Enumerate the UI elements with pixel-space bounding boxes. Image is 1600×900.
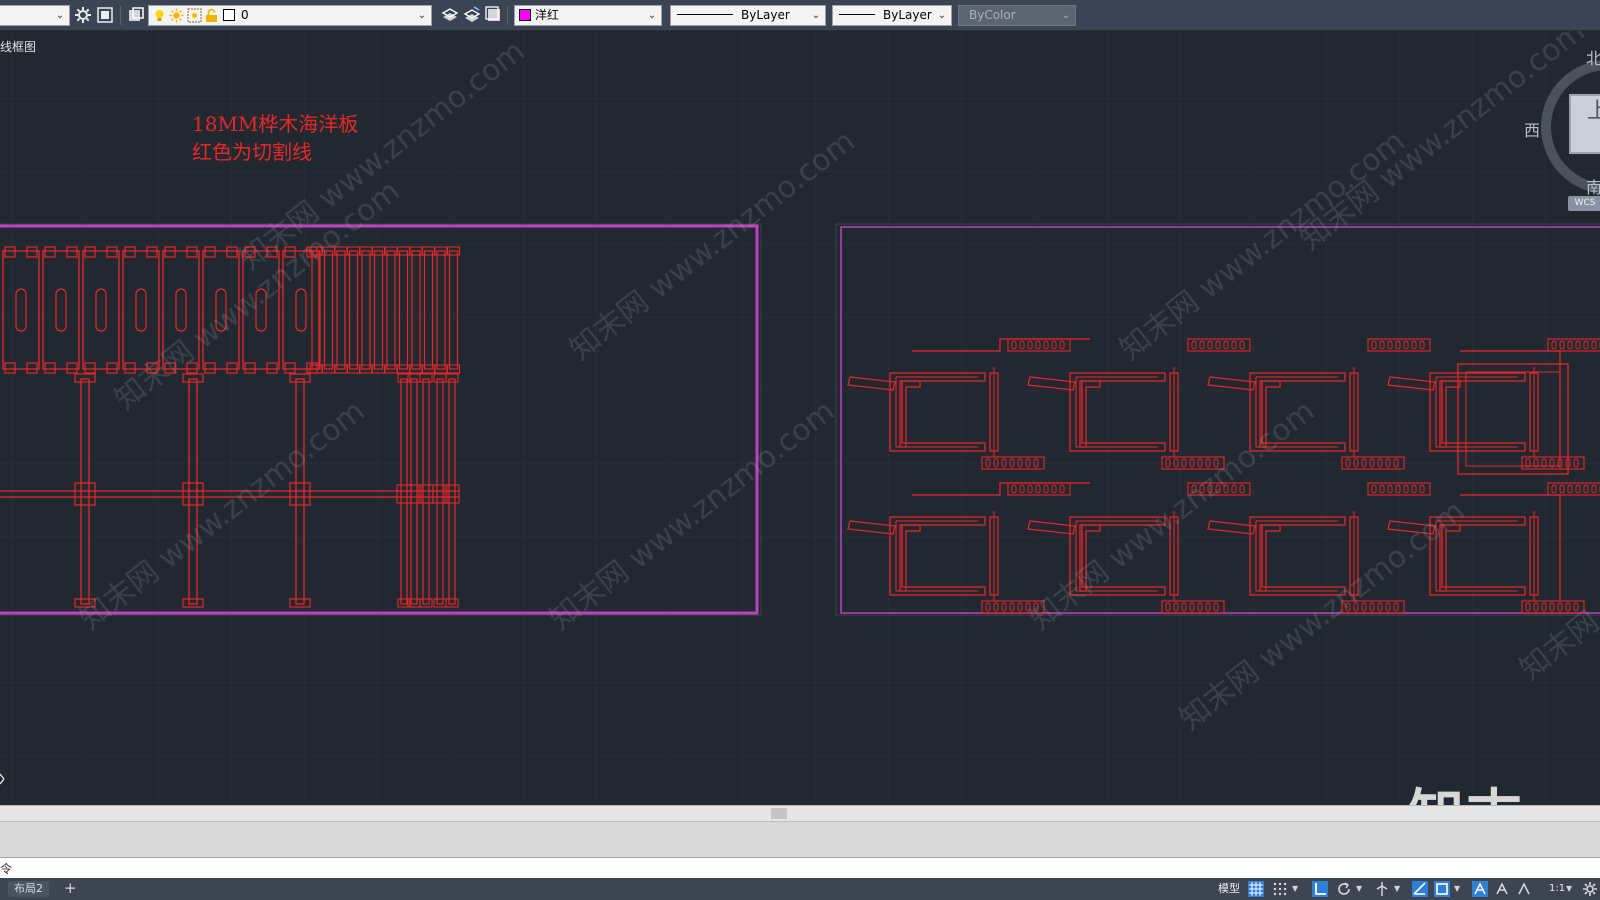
compass-south[interactable]: 南 (1586, 174, 1600, 198)
chevron-down-icon[interactable]: ▼ (1454, 882, 1460, 896)
chevron-down-icon: ⌄ (937, 10, 947, 21)
chevron-down-icon: ⌄ (1061, 10, 1071, 21)
chevron-down-icon[interactable]: ▼ (1566, 882, 1572, 896)
isodraft-icon[interactable] (1374, 881, 1390, 897)
horizontal-scrollbar[interactable] (0, 805, 1600, 821)
view-style-label[interactable]: 线框图 (0, 38, 36, 55)
ortho-icon[interactable] (1312, 881, 1328, 897)
gear-icon[interactable] (73, 5, 93, 25)
sun-icon (169, 8, 184, 23)
color-dropdown[interactable]: 洋红 ⌄ (514, 5, 662, 26)
layer-state-icon[interactable] (95, 5, 115, 25)
cad-note-line-1: 18MM桦木海洋板 (192, 112, 359, 136)
annotation-scale-icon[interactable] (1516, 881, 1532, 897)
color-swatch (519, 9, 531, 21)
polar-tracking-icon[interactable] (1336, 881, 1352, 897)
toolbar-separator (120, 6, 121, 25)
chevron-down-icon: ⌄ (55, 10, 65, 21)
plotstyle-label: ByColor (969, 8, 1016, 22)
compass-north[interactable]: 北 (1586, 45, 1600, 69)
make-current-layer-icon[interactable] (440, 5, 460, 25)
lineweight-preview (839, 14, 875, 15)
annotation-visibility-icon[interactable] (1472, 881, 1488, 897)
chevron-down-icon: ⌄ (417, 10, 427, 21)
object-snap-icon[interactable] (1434, 881, 1450, 897)
lineweight-label: ByLayer (883, 8, 932, 22)
gear-icon[interactable] (1582, 881, 1598, 897)
layer-properties-icon[interactable] (126, 5, 146, 25)
match-layer-icon[interactable] (462, 5, 482, 25)
viewcube-face-top[interactable]: 上 (1587, 93, 1600, 125)
watermark-logo: 知末 (1408, 771, 1524, 805)
layer-dropdown[interactable]: 0 ⌄ (148, 5, 432, 26)
color-label: 洋红 (535, 8, 560, 22)
chevron-down-icon: ⌄ (811, 10, 821, 21)
unlock-icon (206, 8, 217, 22)
command-history (0, 821, 1600, 857)
linetype-dropdown[interactable]: ByLayer ⌄ (670, 5, 826, 26)
chevron-down-icon[interactable]: ▼ (1292, 882, 1298, 896)
grid-icon[interactable] (1248, 881, 1264, 897)
toolbar-separator (507, 6, 508, 25)
add-layout-button[interactable]: + (64, 879, 77, 897)
style-dropdown[interactable]: ⌄ (0, 5, 70, 26)
chevron-down-icon: ⌄ (647, 10, 657, 21)
status-bar: 布局2 + 模型 ▼ ▼ ▼ ▼ 1:1 ▼ (0, 878, 1600, 900)
lightbulb-icon (155, 10, 164, 21)
viewcube[interactable]: 上 北 西 南 (1524, 45, 1600, 217)
properties-toolbar: ⌄ 0 ⌄ 洋红 ⌄ ByLayer ⌄ ByLayer ⌄ ByColor ⌄ (0, 0, 1600, 31)
model-space-button[interactable]: 模型 (1218, 882, 1240, 896)
chevron-down-icon[interactable]: ▼ (1394, 882, 1400, 896)
tab-layout2[interactable]: 布局2 (8, 881, 49, 897)
previous-layer-icon[interactable] (484, 5, 504, 25)
plotstyle-dropdown: ByColor ⌄ (958, 5, 1076, 26)
drawing-canvas[interactable]: 知末网 www.znzmo.com 知末网 www.znzmo.com 知末网 ww… (0, 31, 1600, 805)
viewport-freeze-icon (187, 8, 202, 23)
command-prompt: 令 (0, 862, 13, 876)
compass-west[interactable]: 西 (1524, 117, 1540, 141)
linetype-label: ByLayer (741, 8, 790, 22)
chevron-down-icon[interactable]: ▼ (1356, 882, 1362, 896)
lineweight-dropdown[interactable]: ByLayer ⌄ (832, 5, 952, 26)
annotation-autoscale-icon[interactable] (1494, 881, 1510, 897)
object-snap-tracking-icon[interactable] (1412, 881, 1428, 897)
command-line[interactable]: 令 (0, 857, 1600, 878)
cad-note-line-2: 红色为切割线 (192, 140, 312, 164)
cad-window: ⌄ 0 ⌄ 洋红 ⌄ ByLayer ⌄ ByLayer ⌄ ByColor ⌄… (0, 0, 1600, 900)
linetype-preview (677, 14, 733, 15)
snap-icon[interactable] (1272, 881, 1288, 897)
layer-name: 0 (241, 8, 249, 22)
annotation-scale-label[interactable]: 1:1 (1549, 882, 1565, 896)
layer-color-swatch (223, 9, 235, 21)
wcs-menu-button[interactable]: WCS (1568, 196, 1600, 211)
scrollbar-thumb[interactable] (771, 808, 787, 819)
